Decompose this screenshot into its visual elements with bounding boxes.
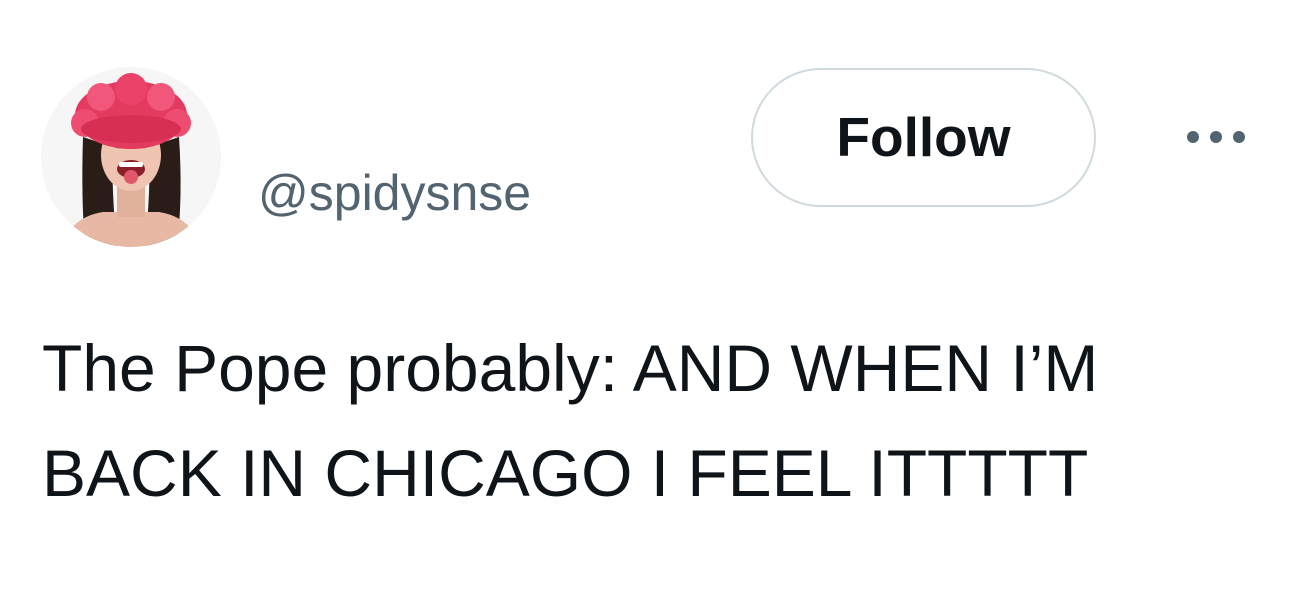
avatar-image [41,67,221,247]
follow-button-label: Follow [836,106,1011,168]
tweet-text: The Pope probably: AND WHEN I’M BACK IN … [42,331,1099,510]
more-horizontal-icon [1187,131,1245,143]
more-button[interactable] [1176,114,1256,160]
author-handle[interactable]: @spidysnse [258,168,531,218]
avatar[interactable] [41,67,221,247]
follow-button[interactable]: Follow [751,68,1096,207]
